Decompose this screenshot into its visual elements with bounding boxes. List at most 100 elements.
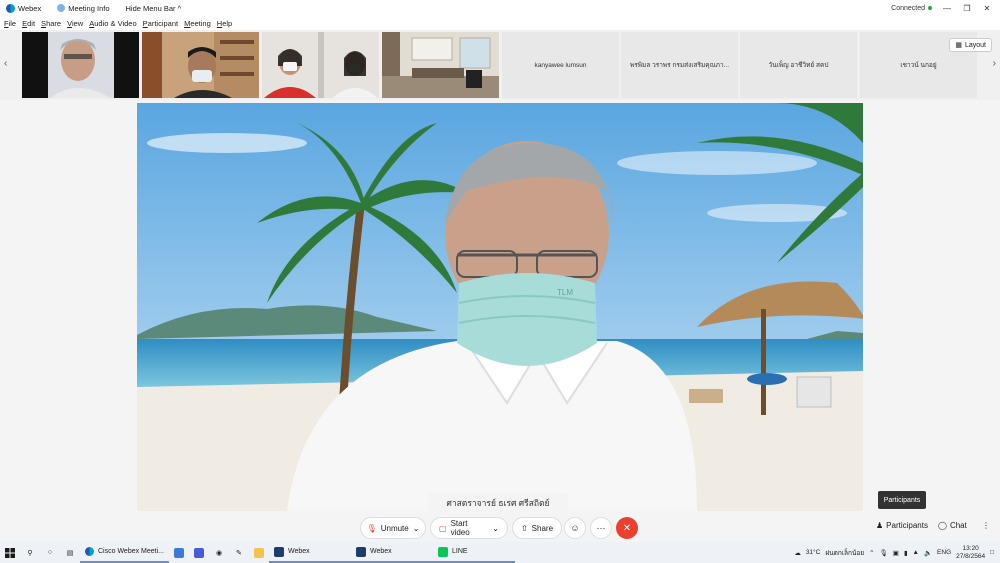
app-name: Webex — [18, 3, 42, 13]
clock[interactable]: 13:20 27/8/2564 — [956, 545, 985, 561]
main-speaker-video[interactable]: TLM — [137, 103, 863, 511]
speaker-name: ศาสตราจารย์ ธเรศ ศรีสถิตย์ — [446, 498, 550, 508]
participants-panel-button[interactable]: ♟ Participants — [876, 521, 928, 530]
taskbar-app-label: Webex — [288, 548, 310, 555]
grid-icon: ▦ — [955, 42, 962, 49]
participant-video-3[interactable] — [262, 32, 379, 98]
connection-status-label: Connected — [891, 4, 925, 12]
participant-video-4[interactable] — [382, 32, 499, 98]
close-icon: ✕ — [622, 522, 632, 534]
input-language[interactable]: ENG — [937, 549, 951, 556]
more-label: ··· — [596, 523, 606, 533]
menu-participant[interactable]: Participant — [143, 19, 178, 28]
xbox-icon[interactable]: ◉ — [209, 542, 229, 563]
participant-tile-1[interactable]: kanyawee lumsun — [502, 32, 619, 98]
participant-video-2[interactable] — [142, 32, 259, 98]
person-icon: ♟ — [876, 521, 884, 530]
battery-icon[interactable]: ▮ — [904, 549, 908, 557]
microphone-muted-icon: 🎙 — [366, 523, 377, 533]
folder-icon[interactable] — [249, 542, 269, 563]
taskbar-app-label: LINE — [452, 548, 468, 555]
participant-strip: ‹ kanyawee lumsun พรพิมล วราพร กรมส่งเสร… — [0, 30, 1000, 100]
menu-meeting[interactable]: Meeting — [184, 19, 211, 28]
windows-start-icon[interactable] — [0, 542, 20, 563]
share-icon: ⇧ — [520, 523, 528, 533]
cortana-icon[interactable]: ○ — [40, 542, 60, 563]
minimize-icon[interactable]: — — [942, 4, 952, 13]
clock-time: 13:20 — [962, 544, 979, 552]
hide-menu-bar-button[interactable]: Hide Menu Bar ^ — [126, 4, 182, 13]
menu-bar: File Edit Share View Audio & Video Parti… — [0, 16, 1000, 30]
participant-video-1-image — [22, 32, 139, 98]
unmute-button[interactable]: 🎙 Unmute ⌄ — [360, 517, 426, 539]
menu-audio-video[interactable]: Audio & Video — [89, 19, 136, 28]
notifications-icon[interactable]: □ — [990, 549, 994, 556]
chevron-down-icon[interactable]: ⌄ — [492, 524, 499, 533]
webex-app-menu[interactable]: Webex — [6, 3, 42, 13]
speaker-name-label: ศาสตราจารย์ ธเรศ ศรีสถิตย์ — [428, 493, 568, 513]
menu-file[interactable]: File — [4, 19, 16, 28]
menu-edit[interactable]: Edit — [22, 19, 35, 28]
participants-tooltip: Participants — [878, 491, 926, 509]
menu-help[interactable]: Help — [217, 19, 232, 28]
close-icon[interactable]: ✕ — [982, 4, 992, 13]
chat-panel-button[interactable]: ◯ Chat — [938, 521, 967, 530]
speaker-muted-icon[interactable]: 🔈 — [924, 549, 932, 557]
participant-tile-2[interactable]: พรพิมล วราพร กรมส่งเสริมคุณภา... — [621, 32, 738, 98]
layout-button[interactable]: ▦ Layout — [949, 38, 992, 52]
weather-text[interactable]: ฝนตกเล็กน้อย — [825, 548, 864, 558]
task-view-icon[interactable]: ▤ — [60, 542, 80, 563]
participant-video-1[interactable] — [22, 32, 139, 98]
taskbar-app-webex-2[interactable]: Webex — [351, 542, 434, 563]
webex-app-icon — [274, 546, 285, 557]
camera-icon[interactable]: ▣ — [893, 549, 899, 557]
chevron-down-icon[interactable]: ⌄ — [413, 524, 420, 533]
taskbar-app-cisco-webex[interactable]: Cisco Webex Meeti... — [80, 542, 170, 563]
leave-meeting-button[interactable]: ✕ — [616, 517, 638, 539]
webex-logo-icon — [85, 547, 94, 556]
meeting-info-button[interactable]: Meeting Info — [57, 3, 110, 13]
microphone-icon[interactable]: 🎙 — [880, 549, 888, 557]
windows-taskbar: ⚲ ○ ▤ Cisco Webex Meeti... ◉ ✎ Webex Web… — [0, 542, 1000, 563]
menu-view[interactable]: View — [67, 19, 83, 28]
meeting-info-label: Meeting Info — [68, 3, 110, 13]
layout-label: Layout — [964, 41, 986, 49]
title-bar: Webex Meeting Info Hide Menu Bar ^ Conne… — [0, 0, 1000, 16]
participant-name-1: kanyawee lumsun — [534, 61, 587, 69]
chat-label: Chat — [949, 521, 967, 530]
participants-label: Participants — [886, 521, 928, 530]
restore-icon[interactable]: ❐ — [962, 4, 972, 13]
menu-share[interactable]: Share — [41, 19, 61, 28]
weather-icon: ☁ — [794, 549, 801, 557]
taskbar-app-webex-1[interactable]: Webex — [269, 542, 352, 563]
info-icon — [57, 4, 66, 12]
mail-icon[interactable] — [169, 542, 189, 563]
start-video-label: Start video — [450, 519, 470, 537]
strip-next-icon[interactable]: › — [993, 58, 996, 69]
speaker-video-image: TLM — [137, 103, 863, 511]
start-video-button[interactable]: ▢ Start video ⌄ — [430, 517, 508, 539]
taskbar-app-line[interactable]: LINE — [433, 542, 516, 563]
share-button[interactable]: ⇧ Share — [512, 517, 562, 539]
paint-icon[interactable]: ✎ — [229, 542, 249, 563]
participant-name-2: พรพิมล วราพร กรมส่งเสริมคุณภา... — [629, 62, 730, 69]
participant-tile-3[interactable]: วันเพ็ญ อาชีวิทย์ สคป — [740, 32, 857, 98]
reactions-button[interactable]: ☺ — [564, 517, 586, 539]
connection-status: Connected — [891, 5, 932, 12]
app-icon-blue[interactable] — [189, 542, 209, 563]
camera-off-icon: ▢ — [439, 523, 447, 533]
more-options-button[interactable]: ··· — [590, 517, 612, 539]
system-tray: ☁ 31°C ฝนตกเล็กน้อย ⌃ 🎙 ▣ ▮ ▲ 🔈 ENG 13:2… — [794, 545, 1000, 561]
strip-prev-icon[interactable]: ‹ — [4, 58, 7, 69]
network-icon[interactable]: ▲ — [913, 549, 919, 556]
chat-bubble-icon: ◯ — [938, 521, 947, 530]
share-label: Share — [531, 523, 554, 533]
search-icon[interactable]: ⚲ — [20, 542, 40, 563]
vertical-dots-icon: ⋮ — [982, 521, 990, 530]
panel-more-button[interactable]: ⋮ — [982, 521, 990, 530]
webex-app-icon — [356, 546, 367, 557]
chevron-up-icon[interactable]: ⌃ — [869, 549, 874, 557]
weather-temp[interactable]: 31°C — [806, 549, 821, 556]
unmute-label: Unmute — [380, 523, 409, 533]
tooltip-text: Participants — [883, 496, 921, 504]
